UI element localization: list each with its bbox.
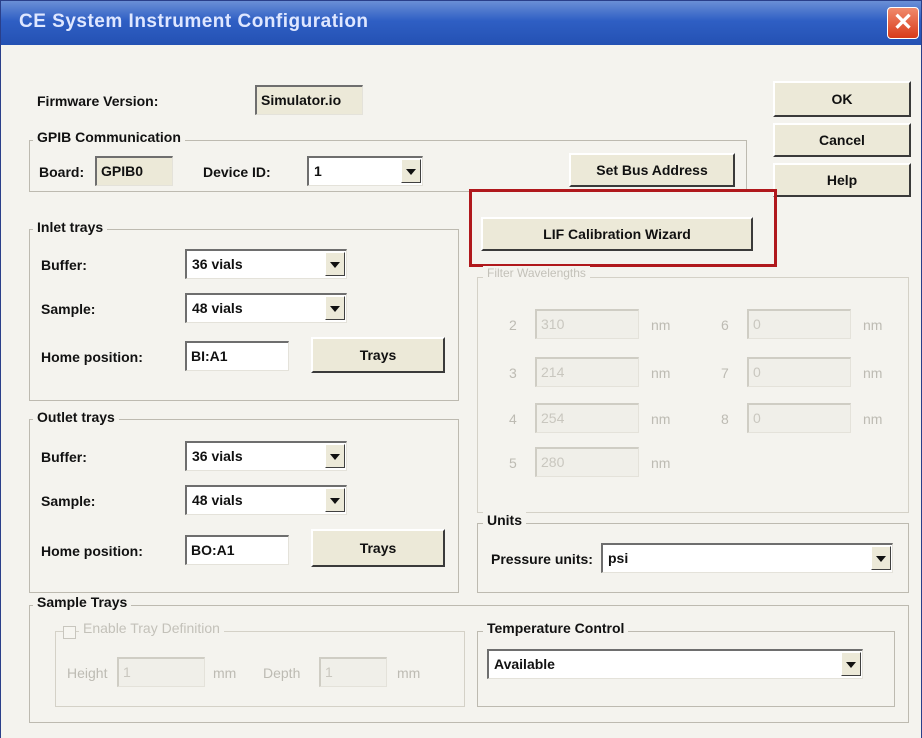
instrument-configuration-dialog: CE System Instrument Configuration ✕ Fir…	[0, 0, 922, 738]
inlet-trays-title: Inlet trays	[33, 219, 108, 235]
wavelength-2-unit: nm	[651, 317, 671, 333]
close-button[interactable]: ✕	[887, 7, 919, 39]
lif-calibration-wizard-button[interactable]: LIF Calibration Wizard	[481, 217, 753, 251]
outlet-sample-value: 48 vials	[192, 492, 243, 508]
inlet-buffer-dropdown-arrow[interactable]	[325, 252, 345, 276]
outlet-trays-title: Outlet trays	[33, 409, 119, 425]
inlet-buffer-label: Buffer:	[41, 257, 87, 273]
wavelength-5-input[interactable]: 280	[535, 447, 639, 477]
inlet-sample-dropdown-arrow[interactable]	[325, 296, 345, 320]
temperature-control-title: Temperature Control	[483, 620, 629, 636]
depth-label: Depth	[263, 665, 301, 681]
wavelength-5-unit: nm	[651, 455, 671, 471]
device-id-label: Device ID:	[203, 164, 271, 180]
wavelength-2-label: 2	[509, 317, 517, 333]
outlet-sample-select[interactable]: 48 vials	[185, 485, 347, 515]
pressure-units-label: Pressure units:	[491, 551, 593, 567]
title-bar[interactable]: CE System Instrument Configuration ✕	[1, 1, 921, 45]
enable-tray-definition-checkbox[interactable]	[63, 626, 76, 639]
wavelength-6-unit: nm	[863, 317, 883, 333]
device-id-dropdown-arrow[interactable]	[401, 159, 421, 183]
wavelength-4-unit: nm	[651, 411, 671, 427]
wavelength-7-label: 7	[721, 365, 729, 381]
board-label: Board:	[39, 164, 85, 180]
help-button[interactable]: Help	[773, 163, 911, 197]
device-id-value: 1	[314, 163, 322, 179]
outlet-sample-dropdown-arrow[interactable]	[325, 488, 345, 512]
inlet-home-position-input[interactable]: BI:A1	[185, 341, 289, 371]
wavelength-8-label: 8	[721, 411, 729, 427]
wavelength-2-input[interactable]: 310	[535, 309, 639, 339]
inlet-sample-select[interactable]: 48 vials	[185, 293, 347, 323]
firmware-version-label: Firmware Version:	[37, 93, 159, 109]
outlet-trays-button[interactable]: Trays	[311, 529, 445, 567]
temperature-control-select[interactable]: Available	[487, 649, 863, 679]
window-title: CE System Instrument Configuration	[19, 11, 369, 32]
pressure-units-value: psi	[608, 550, 629, 566]
pressure-units-select[interactable]: psi	[601, 543, 893, 573]
board-value: GPIB0	[95, 156, 173, 186]
wavelength-8-unit: nm	[863, 411, 883, 427]
outlet-buffer-select[interactable]: 36 vials	[185, 441, 347, 471]
set-bus-address-button[interactable]: Set Bus Address	[569, 153, 735, 187]
enable-tray-definition-label: Enable Tray Definition	[79, 620, 224, 636]
inlet-trays-button[interactable]: Trays	[311, 337, 445, 373]
chevron-down-icon	[330, 498, 340, 504]
chevron-down-icon	[406, 169, 416, 175]
firmware-version-value: Simulator.io	[255, 85, 363, 115]
height-label: Height	[67, 665, 108, 681]
wavelength-6-input[interactable]: 0	[747, 309, 851, 339]
wavelength-4-input[interactable]: 254	[535, 403, 639, 433]
pressure-units-dropdown-arrow[interactable]	[871, 546, 891, 570]
wavelength-8-input[interactable]: 0	[747, 403, 851, 433]
outlet-buffer-label: Buffer:	[41, 449, 87, 465]
wavelength-4-label: 4	[509, 411, 517, 427]
units-title: Units	[483, 512, 526, 528]
sample-trays-title: Sample Trays	[33, 594, 132, 610]
inlet-sample-label: Sample:	[41, 301, 96, 317]
wavelength-3-label: 3	[509, 365, 517, 381]
height-input[interactable]: 1	[117, 657, 205, 687]
device-id-select[interactable]: 1	[307, 156, 423, 186]
inlet-buffer-select[interactable]: 36 vials	[185, 249, 347, 279]
temperature-control-value: Available	[494, 656, 555, 672]
dialog-body: Firmware Version: Simulator.io OK Cancel…	[1, 45, 921, 738]
wavelength-5-label: 5	[509, 455, 517, 471]
chevron-down-icon	[876, 556, 886, 562]
chevron-down-icon	[846, 662, 856, 668]
cancel-button[interactable]: Cancel	[773, 123, 911, 157]
wavelength-7-unit: nm	[863, 365, 883, 381]
outlet-home-position-input[interactable]: BO:A1	[185, 535, 289, 565]
chevron-down-icon	[330, 306, 340, 312]
chevron-down-icon	[330, 454, 340, 460]
outlet-buffer-dropdown-arrow[interactable]	[325, 444, 345, 468]
temperature-control-dropdown-arrow[interactable]	[841, 652, 861, 676]
ok-button[interactable]: OK	[773, 81, 911, 117]
filter-wavelengths-title: Filter Wavelengths	[483, 266, 590, 280]
wavelength-6-label: 6	[721, 317, 729, 333]
wavelength-3-input[interactable]: 214	[535, 357, 639, 387]
close-icon: ✕	[892, 9, 914, 36]
outlet-home-position-label: Home position:	[41, 543, 143, 559]
chevron-down-icon	[330, 262, 340, 268]
outlet-sample-label: Sample:	[41, 493, 96, 509]
inlet-sample-value: 48 vials	[192, 300, 243, 316]
depth-input[interactable]: 1	[319, 657, 387, 687]
outlet-buffer-value: 36 vials	[192, 448, 243, 464]
wavelength-3-unit: nm	[651, 365, 671, 381]
height-unit: mm	[213, 665, 237, 681]
gpib-communication-title: GPIB Communication	[33, 129, 185, 145]
inlet-home-position-label: Home position:	[41, 349, 143, 365]
wavelength-7-input[interactable]: 0	[747, 357, 851, 387]
inlet-buffer-value: 36 vials	[192, 256, 243, 272]
depth-unit: mm	[397, 665, 421, 681]
